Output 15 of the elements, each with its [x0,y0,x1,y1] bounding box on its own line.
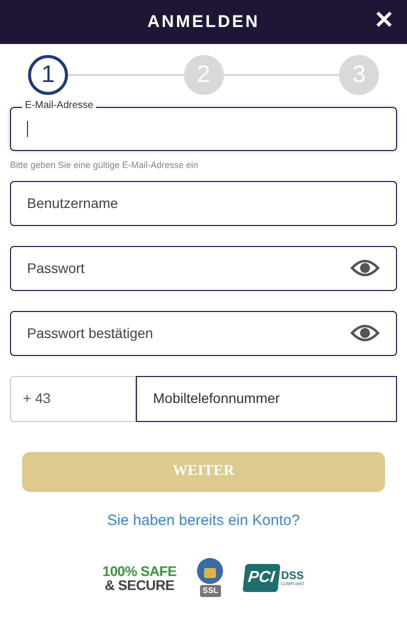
eye-icon[interactable] [350,323,380,343]
close-button[interactable]: ✕ [369,6,399,36]
password-field[interactable]: Passwort [10,246,397,290]
hint-text: Bitte geben Sie eine gültige E-Mail-Adresse ein [10,159,200,172]
field-label: E-Mail-Adresse [22,101,96,111]
dialog-title: ANMELDEN [147,11,260,34]
password-field[interactable]: Passwort bestätigen [10,310,397,356]
text-field[interactable]: Benutzername [10,180,397,226]
eye-icon[interactable] [350,258,380,278]
text-cursor [27,121,28,137]
step-indicator: 1 [28,55,68,95]
phone-field[interactable]: Mobiltelefonnummer [136,376,397,422]
safe-secure-label: 100% SAFE & SECURE [102,564,176,592]
country-code-field[interactable]: + 43 [10,376,136,422]
login-link[interactable]: Sie haben bereits ein Konto? [107,510,300,532]
